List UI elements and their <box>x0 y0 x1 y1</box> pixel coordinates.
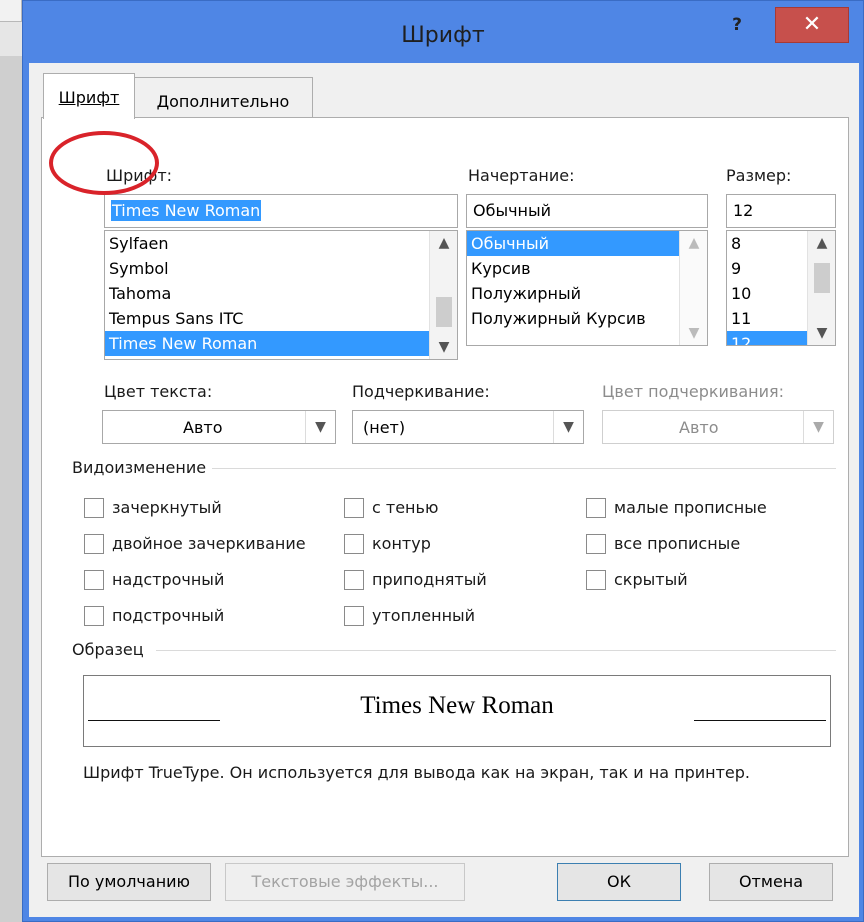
text-color-select[interactable]: Авто ▼ <box>102 410 336 444</box>
style-list-item[interactable]: Полужирный Курсив <box>467 306 707 331</box>
checkbox-label-outline[interactable]: контур <box>372 534 431 553</box>
checkbox-double-strikethrough[interactable] <box>84 534 104 554</box>
font-list-item[interactable]: Sylfaen <box>105 231 457 256</box>
underline-select[interactable]: (нет) ▼ <box>352 410 584 444</box>
preview-baseline-right <box>694 720 826 721</box>
style-input[interactable]: Обычный <box>466 194 708 228</box>
chevron-down-icon: ▼ <box>803 411 833 443</box>
underline-color-label: Цвет подчеркивания: <box>602 382 785 401</box>
style-list-scrollbar[interactable]: ▲ ▼ <box>679 231 707 345</box>
style-list-item[interactable]: Обычный <box>467 231 707 256</box>
annotation-ellipse <box>49 131 159 195</box>
text-color-value: Авто <box>183 418 223 437</box>
checkbox-label-engrave[interactable]: утопленный <box>372 606 475 625</box>
help-button[interactable]: ? <box>717 11 757 39</box>
checkbox-label-strikethrough[interactable]: зачеркнутый <box>112 498 222 517</box>
dialog-client-area: Дополнительно Шрифт Шрифт: Times New Rom… <box>29 63 859 917</box>
style-list-item[interactable]: Курсив <box>467 256 707 281</box>
size-input[interactable]: 12 <box>726 194 836 228</box>
ok-label: ОК <box>607 872 631 891</box>
ok-button[interactable]: ОК <box>557 863 681 901</box>
font-dialog: Шрифт ? ✕ Дополнительно Шрифт Шрифт: Tim… <box>22 0 864 922</box>
scroll-down-icon[interactable]: ▼ <box>808 325 835 341</box>
size-list[interactable]: 8 9 10 11 12 ▲ ▼ <box>726 230 836 346</box>
chevron-down-icon[interactable]: ▼ <box>305 411 335 443</box>
checkbox-label-hidden[interactable]: скрытый <box>614 570 688 589</box>
title-bar[interactable]: Шрифт ? ✕ <box>23 1 863 71</box>
text-color-label: Цвет текста: <box>104 382 213 401</box>
checkbox-hidden[interactable] <box>586 570 606 590</box>
tab-advanced-label: Дополнительно <box>157 92 290 111</box>
text-effects-label: Текстовые эффекты... <box>251 872 439 891</box>
set-default-button[interactable]: По умолчанию <box>47 863 211 901</box>
font-list-item[interactable]: Times New Roman <box>105 331 457 356</box>
cancel-label: Отмена <box>738 872 804 891</box>
checkbox-strikethrough[interactable] <box>84 498 104 518</box>
effects-divider <box>212 468 836 469</box>
sample-preview: Times New Roman <box>83 675 831 747</box>
checkbox-label-all-caps[interactable]: все прописные <box>614 534 740 553</box>
checkbox-superscript[interactable] <box>84 570 104 590</box>
text-effects-button: Текстовые эффекты... <box>225 863 465 901</box>
checkbox-all-caps[interactable] <box>586 534 606 554</box>
scroll-up-icon[interactable]: ▲ <box>430 235 457 251</box>
style-list-item[interactable]: Полужирный <box>467 281 707 306</box>
underline-label: Подчеркивание: <box>352 382 490 401</box>
underline-color-value: Авто <box>679 418 719 437</box>
style-list[interactable]: Обычный Курсив Полужирный Полужирный Курсив… <box>466 230 708 346</box>
checkbox-label-shadow[interactable]: с тенью <box>372 498 438 517</box>
background-cell <box>0 0 22 22</box>
chevron-down-icon[interactable]: ▼ <box>553 411 583 443</box>
checkbox-label-superscript[interactable]: надстрочный <box>112 570 224 589</box>
sample-divider <box>156 650 836 651</box>
font-list-item[interactable]: Symbol <box>105 256 457 281</box>
cancel-button[interactable]: Отмена <box>709 863 833 901</box>
tab-advanced-text: Дополнительно <box>156 92 290 111</box>
font-name-value: Times New Roman <box>111 200 262 221</box>
scrollbar-thumb[interactable] <box>436 297 452 327</box>
set-default-label: По умолчанию <box>67 872 191 891</box>
underline-value: (нет) <box>363 418 406 437</box>
checkbox-subscript[interactable] <box>84 606 104 626</box>
font-list[interactable]: Sylfaen Symbol Tahoma Tempus Sans ITC Times … <box>104 230 458 360</box>
effects-heading: Видоизменение <box>72 458 207 477</box>
font-list-item[interactable]: Tempus Sans ITC <box>105 306 457 331</box>
close-button[interactable]: ✕ <box>775 7 849 43</box>
preview-baseline-left <box>88 720 220 721</box>
sample-preview-text: Times New Roman <box>360 692 554 719</box>
size-list-scrollbar[interactable]: ▲ ▼ <box>807 231 835 345</box>
checkbox-shadow[interactable] <box>344 498 364 518</box>
scroll-down-icon: ▼ <box>688 325 700 341</box>
tab-font-label: Шрифт <box>58 88 120 107</box>
tab-advanced[interactable]: Дополнительно <box>133 77 313 119</box>
underline-color-select: Авто ▼ <box>602 410 834 444</box>
scroll-up-icon[interactable]: ▲ <box>808 235 835 251</box>
size-label: Размер: <box>726 166 792 185</box>
scroll-up-icon: ▲ <box>688 235 700 251</box>
font-name-input[interactable]: Times New Roman <box>104 194 458 228</box>
sample-heading: Образец <box>72 640 144 659</box>
font-info-text: Шрифт TrueType. Он используется для выво… <box>83 763 750 782</box>
font-list-item[interactable]: Tahoma <box>105 281 457 306</box>
checkbox-label-emboss[interactable]: приподнятый <box>372 570 487 589</box>
checkbox-outline[interactable] <box>344 534 364 554</box>
checkbox-label-subscript[interactable]: подстрочный <box>112 606 224 625</box>
style-label: Начертание: <box>468 166 575 185</box>
checkbox-label-double-strikethrough[interactable]: двойное зачеркивание <box>112 534 306 553</box>
tab-font[interactable]: Шрифт <box>43 73 135 119</box>
checkbox-engrave[interactable] <box>344 606 364 626</box>
checkbox-emboss[interactable] <box>344 570 364 590</box>
scroll-down-icon[interactable]: ▼ <box>430 339 457 355</box>
close-icon: ✕ <box>802 12 822 37</box>
checkbox-label-small-caps[interactable]: малые прописные <box>614 498 767 517</box>
font-list-scrollbar[interactable]: ▲ ▼ <box>429 231 457 359</box>
scrollbar-thumb[interactable] <box>814 263 830 293</box>
checkbox-small-caps[interactable] <box>586 498 606 518</box>
